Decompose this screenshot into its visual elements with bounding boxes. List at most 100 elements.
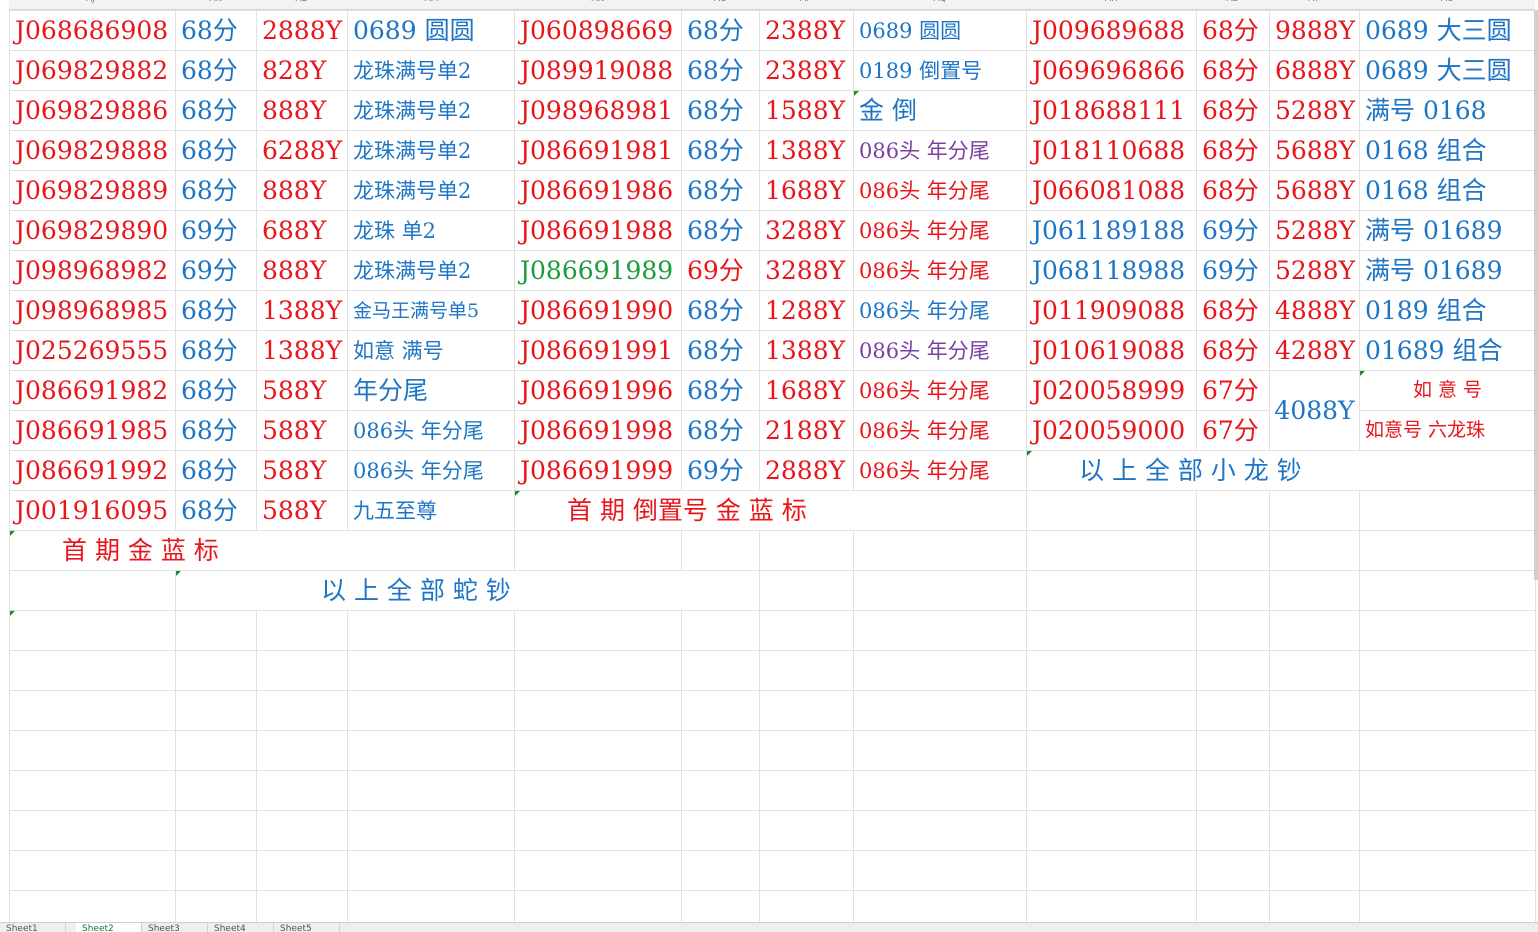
cell-at-r5[interactable]: 5688Y (1270, 171, 1359, 210)
cell-ap-r1[interactable]: 2388Y (760, 11, 853, 50)
cell-am-r9[interactable]: 如意 满号 (348, 331, 514, 370)
cell-at-r4[interactable]: 5688Y (1270, 131, 1359, 170)
cell-aj-r5[interactable]: J069829889 (10, 171, 175, 210)
cell-as-r4[interactable]: 68分 (1197, 131, 1269, 170)
cell-aj-r2[interactable]: J069829882 (10, 51, 175, 90)
cell-as-r11[interactable]: 67分 (1197, 411, 1269, 450)
cell-ao-r12[interactable]: 69分 (682, 451, 759, 490)
cell-al-r4[interactable]: 6288Y (257, 131, 347, 170)
cell-aq-r6[interactable]: 086头 年分尾 (854, 211, 1026, 250)
cell-ap-r8[interactable]: 1288Y (760, 291, 853, 330)
vertical-scrollbar[interactable] (1534, 10, 1538, 580)
cell-at-r3[interactable]: 5288Y (1270, 91, 1359, 130)
cell-ak-r7[interactable]: 69分 (176, 251, 256, 290)
cell-as-r1[interactable]: 68分 (1197, 11, 1269, 50)
merged-cell-shechao-note[interactable]: 以 上 全 部 蛇 钞 (176, 571, 684, 610)
cell-aq-r9[interactable]: 086头 年分尾 (854, 331, 1026, 370)
cell-as-r10[interactable]: 67分 (1197, 371, 1269, 410)
cell-aj-r11[interactable]: J086691985 (10, 411, 175, 450)
cell-aj-r4[interactable]: J069829888 (10, 131, 175, 170)
cell-ar-r2[interactable]: J069696866 (1027, 51, 1196, 90)
cell-ap-r3[interactable]: 1588Y (760, 91, 853, 130)
cell-aj-r13[interactable]: J001916095 (10, 491, 175, 530)
cell-ap-r5[interactable]: 1688Y (760, 171, 853, 210)
cell-am-r4[interactable]: 龙珠满号单2 (348, 131, 514, 170)
column-header-at[interactable]: AT (1308, 0, 1319, 4)
cell-as-r3[interactable]: 68分 (1197, 91, 1269, 130)
cell-ap-r4[interactable]: 1388Y (760, 131, 853, 170)
cell-au-r7[interactable]: 满号 01689 (1360, 251, 1535, 290)
cell-ao-r5[interactable]: 68分 (682, 171, 759, 210)
cell-am-r5[interactable]: 龙珠满号单2 (348, 171, 514, 210)
cell-ak-r3[interactable]: 68分 (176, 91, 256, 130)
column-header-ar[interactable]: AR (1105, 0, 1117, 4)
cell-aq-r1[interactable]: 0689 圆圆 (854, 11, 1026, 50)
cell-au-ruyi-top[interactable]: 如 意 号 (1360, 371, 1535, 410)
cell-an-r2[interactable]: J089919088 (515, 51, 681, 90)
cell-an-r6[interactable]: J086691988 (515, 211, 681, 250)
cell-ap-r10[interactable]: 1688Y (760, 371, 853, 410)
cell-ar-r8[interactable]: J011909088 (1027, 291, 1196, 330)
column-header-am[interactable]: AM (425, 0, 439, 4)
comment-marker-icon[interactable] (854, 91, 859, 96)
cell-au-r8[interactable]: 0189 组合 (1360, 291, 1535, 330)
column-header-ak[interactable]: AK (210, 0, 222, 4)
cell-ar-r5[interactable]: J066081088 (1027, 171, 1196, 210)
merged-cell-xiaolong-note[interactable]: 以 上 全 部 小 龙 钞 (1027, 451, 1535, 490)
cell-ao-r1[interactable]: 68分 (682, 11, 759, 50)
cell-aq-r3[interactable]: 金 倒 (854, 91, 1026, 130)
cell-al-r1[interactable]: 2888Y (257, 11, 347, 50)
cell-ak-r4[interactable]: 68分 (176, 131, 256, 170)
cell-ak-r5[interactable]: 68分 (176, 171, 256, 210)
cell-am-r13[interactable]: 九五至尊 (348, 491, 514, 530)
cell-am-r10[interactable]: 年分尾 (348, 371, 514, 410)
cell-ao-r4[interactable]: 68分 (682, 131, 759, 170)
cell-au-r2[interactable]: 0689 大三圆 (1360, 51, 1535, 90)
cell-ar-r3[interactable]: J018688111 (1027, 91, 1196, 130)
cell-an-r8[interactable]: J086691990 (515, 291, 681, 330)
merged-cell-shouqi-jinlanbiao[interactable]: 首 期 金 蓝 标 (10, 531, 514, 570)
comment-marker-icon[interactable] (1360, 371, 1365, 376)
cell-ao-r7[interactable]: 69分 (682, 251, 759, 290)
cell-au-r9[interactable]: 01689 组合 (1360, 331, 1535, 370)
cell-ao-r9[interactable]: 68分 (682, 331, 759, 370)
column-header-as[interactable]: AS (1227, 0, 1239, 4)
cell-au-ruyi-bottom[interactable]: 如意号 六龙珠 (1360, 411, 1535, 450)
cell-aj-r6[interactable]: J069829890 (10, 211, 175, 250)
merged-cell-at-4088y[interactable]: 4088Y (1270, 371, 1359, 450)
cell-as-r5[interactable]: 68分 (1197, 171, 1269, 210)
cell-am-r8[interactable]: 金马王满号单5 (348, 291, 514, 330)
cell-au-r5[interactable]: 0168 组合 (1360, 171, 1535, 210)
cell-an-r11[interactable]: J086691998 (515, 411, 681, 450)
comment-marker-icon[interactable] (10, 531, 15, 536)
cell-ak-r10[interactable]: 68分 (176, 371, 256, 410)
column-header-ap[interactable]: AP (800, 0, 812, 4)
cell-am-r11[interactable]: 086头 年分尾 (348, 411, 514, 450)
merged-cell-shouqi-note[interactable]: 首 期 倒置号 金 蓝 标 (515, 491, 1026, 530)
cell-as-r7[interactable]: 69分 (1197, 251, 1269, 290)
cell-as-r9[interactable]: 68分 (1197, 331, 1269, 370)
cell-aq-r8[interactable]: 086头 年分尾 (854, 291, 1026, 330)
cell-aq-r10[interactable]: 086头 年分尾 (854, 371, 1026, 410)
cell-aj-r9[interactable]: J025269555 (10, 331, 175, 370)
cell-ak-r2[interactable]: 68分 (176, 51, 256, 90)
cell-at-r8[interactable]: 4888Y (1270, 291, 1359, 330)
cell-aq-r12[interactable]: 086头 年分尾 (854, 451, 1026, 490)
cell-am-r2[interactable]: 龙珠满号单2 (348, 51, 514, 90)
cell-au-r6[interactable]: 满号 01689 (1360, 211, 1535, 250)
cell-as-r6[interactable]: 69分 (1197, 211, 1269, 250)
cell-al-r13[interactable]: 588Y (257, 491, 347, 530)
cell-ak-r1[interactable]: 68分 (176, 11, 256, 50)
column-header-al[interactable]: AL (296, 0, 307, 4)
comment-marker-icon[interactable] (10, 611, 15, 616)
cell-ak-r9[interactable]: 68分 (176, 331, 256, 370)
cell-al-r12[interactable]: 588Y (257, 451, 347, 490)
cell-al-r10[interactable]: 588Y (257, 371, 347, 410)
cell-al-r11[interactable]: 588Y (257, 411, 347, 450)
cell-aq-r7[interactable]: 086头 年分尾 (854, 251, 1026, 290)
cell-am-r3[interactable]: 龙珠满号单2 (348, 91, 514, 130)
cell-al-r3[interactable]: 888Y (257, 91, 347, 130)
cell-an-r3[interactable]: J098968981 (515, 91, 681, 130)
cell-an-r5[interactable]: J086691986 (515, 171, 681, 210)
column-header-aj[interactable]: AJ (86, 0, 95, 4)
